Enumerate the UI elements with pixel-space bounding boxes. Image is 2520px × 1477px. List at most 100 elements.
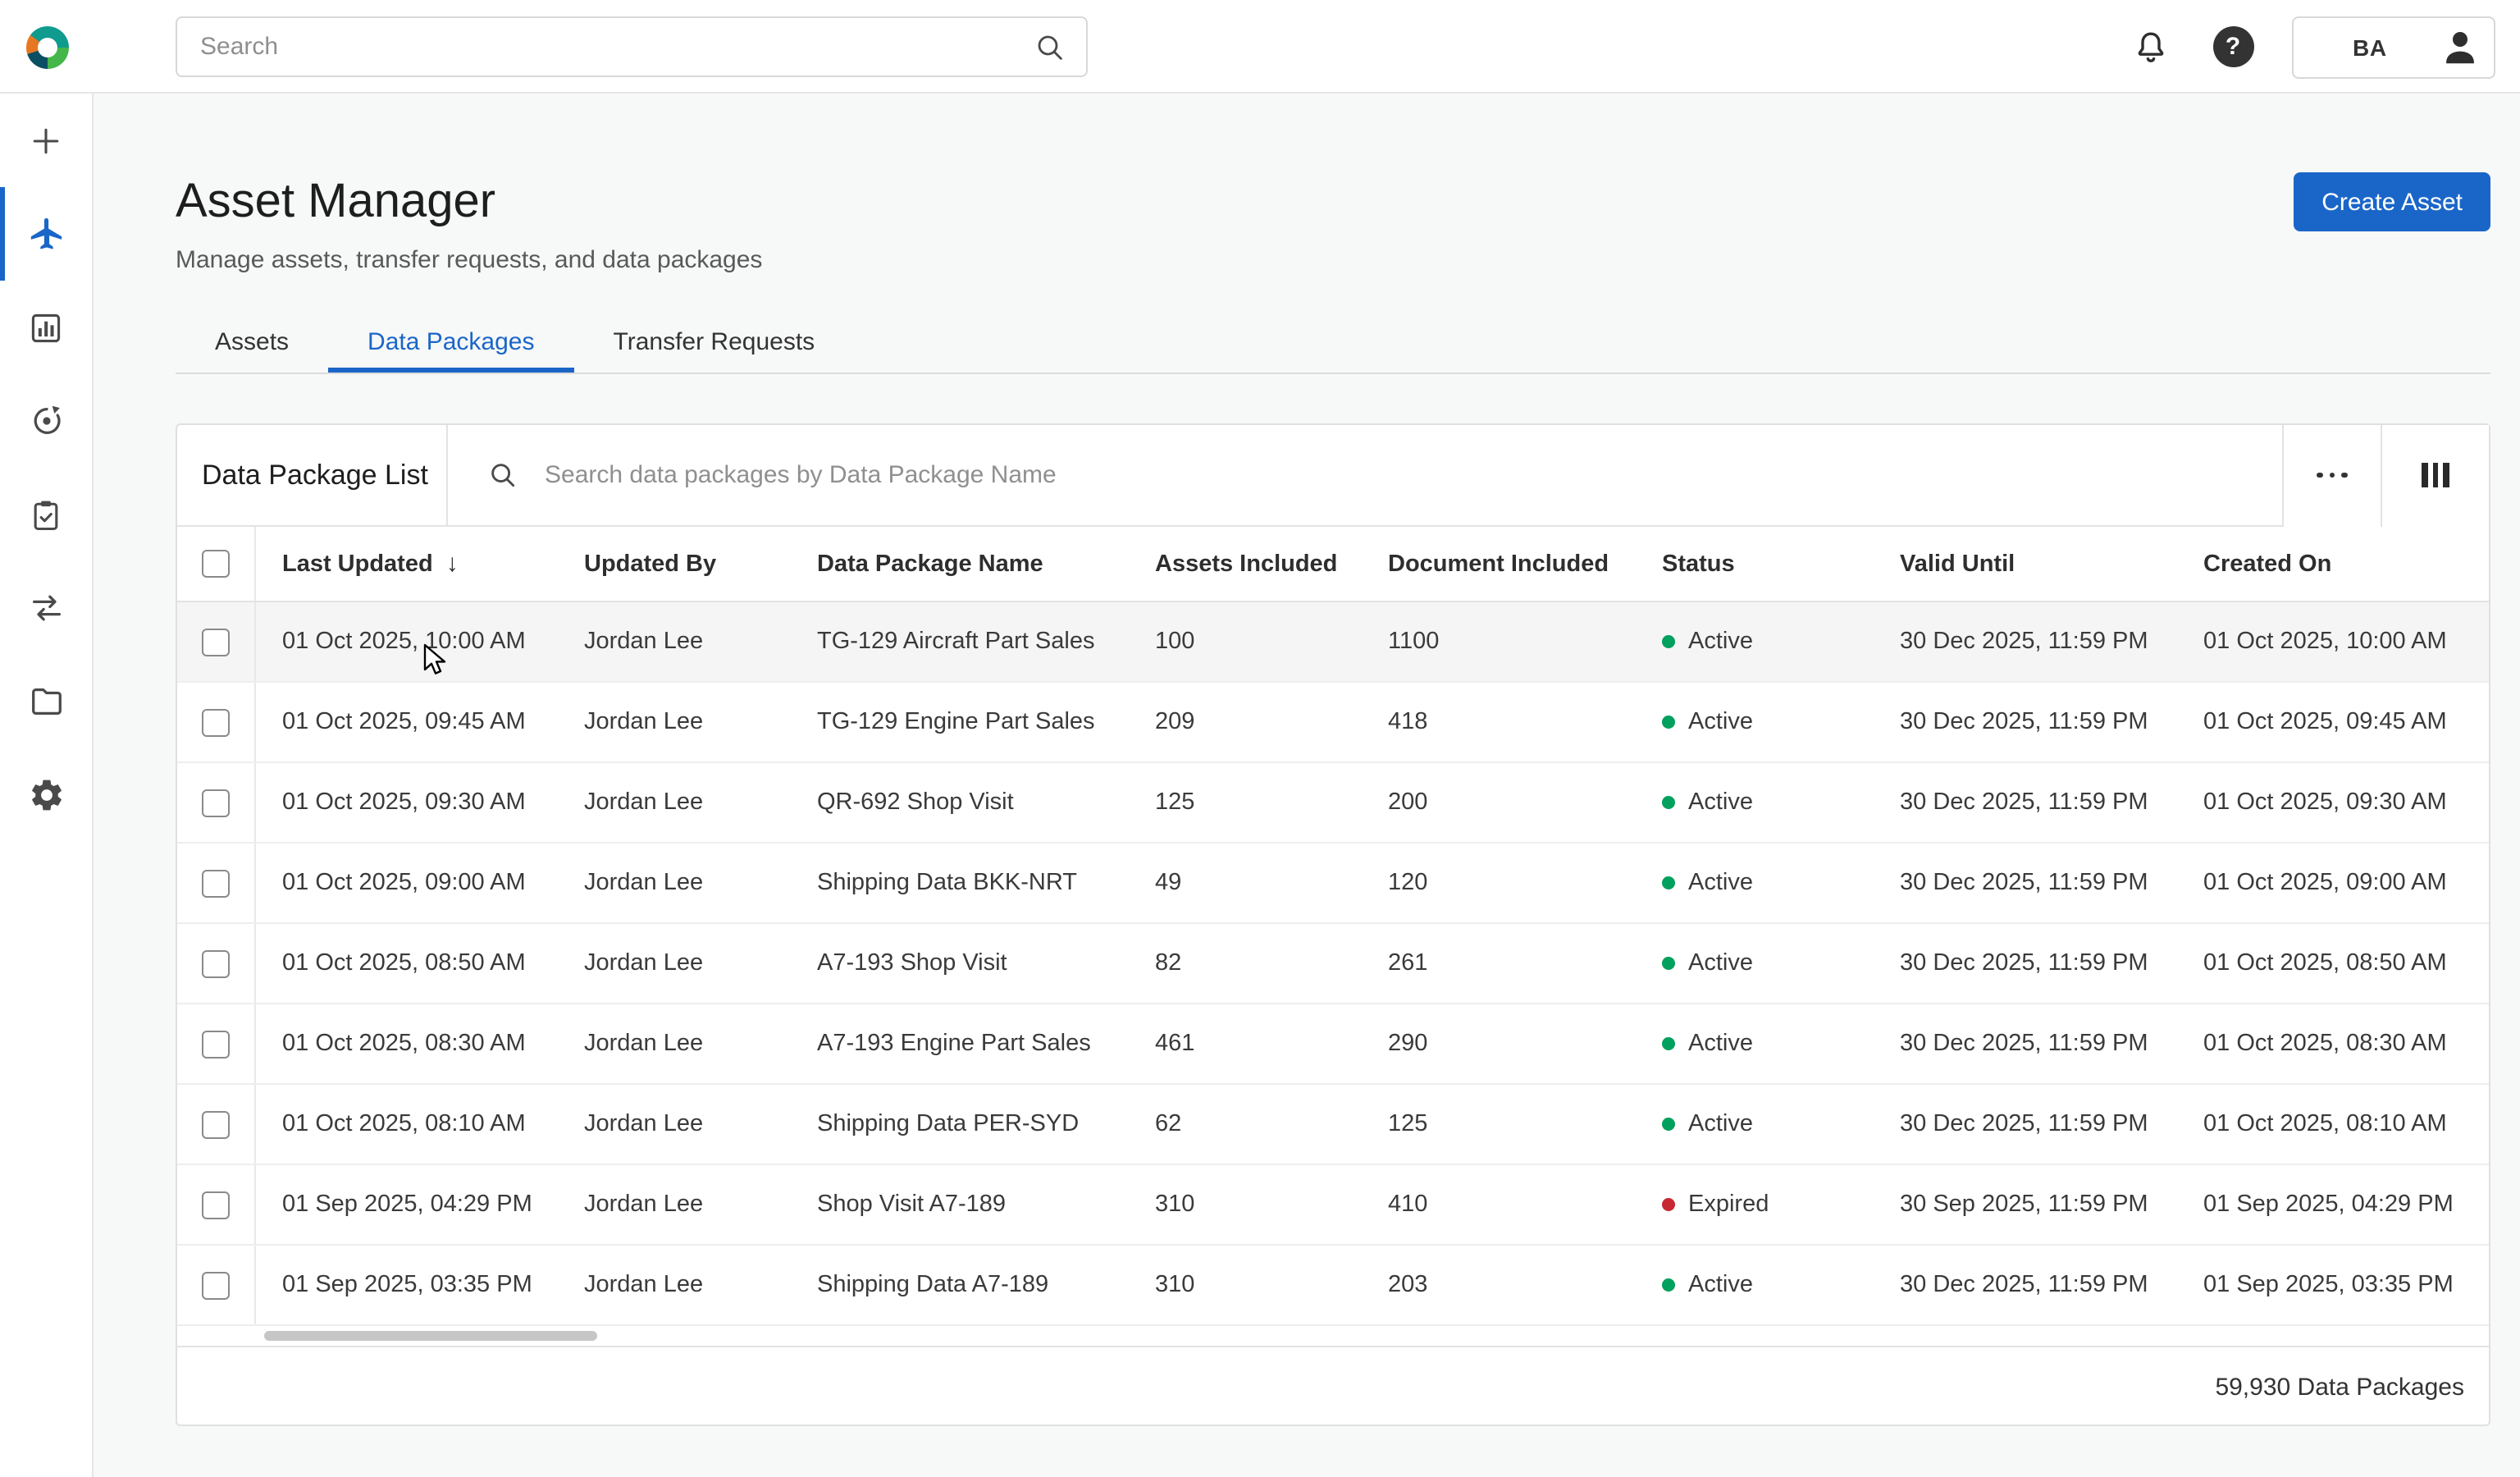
cell-document-included: 410 — [1362, 1191, 1636, 1218]
cell-valid-until: 30 Dec 2025, 11:59 PM — [1874, 1031, 2177, 1057]
cell-data-package-name: A7-193 Shop Visit — [791, 950, 1129, 976]
cell-assets-included: 82 — [1129, 950, 1362, 976]
sidebar-item-assets[interactable] — [0, 187, 92, 281]
row-checkbox-cell — [177, 1246, 256, 1324]
help-button[interactable]: ? — [2210, 24, 2256, 70]
transfer-arrows-icon — [27, 589, 65, 627]
table-row[interactable]: 01 Sep 2025, 04:29 PM Jordan Lee Shop Vi… — [177, 1165, 2489, 1246]
row-checkbox-cell — [177, 683, 256, 761]
status-dot — [1662, 1198, 1675, 1211]
column-header-status[interactable]: Status — [1636, 551, 1874, 577]
create-asset-button[interactable]: Create Asset — [2294, 172, 2490, 231]
topbar: ? BA — [0, 0, 2520, 94]
cell-assets-included: 125 — [1129, 789, 1362, 816]
cell-status: Expired — [1636, 1191, 1874, 1218]
table-search-input[interactable] — [541, 460, 2282, 491]
columns-button[interactable] — [2381, 424, 2489, 526]
cell-assets-included: 209 — [1129, 709, 1362, 735]
cell-last-updated: 01 Oct 2025, 09:00 AM — [256, 870, 558, 896]
row-checkbox-cell — [177, 1085, 256, 1164]
sidebar-item-analytics[interactable] — [0, 281, 92, 374]
table-row[interactable]: 01 Oct 2025, 08:10 AM Jordan Lee Shippin… — [177, 1085, 2489, 1165]
card-header: Data Package List — [177, 425, 2489, 527]
cell-valid-until: 30 Dec 2025, 11:59 PM — [1874, 629, 2177, 655]
column-header-assets-included[interactable]: Assets Included — [1129, 551, 1362, 577]
cell-created-on: 01 Oct 2025, 10:00 AM — [2177, 629, 2489, 655]
row-checkbox-cell — [177, 1004, 256, 1083]
column-header-last-updated[interactable]: Last Updated ↓ — [256, 550, 558, 578]
app-logo-icon[interactable] — [26, 26, 69, 69]
row-checkbox[interactable] — [202, 1191, 230, 1219]
column-label: Last Updated — [282, 551, 433, 577]
global-search[interactable] — [176, 16, 1088, 77]
cell-status: Active — [1636, 1272, 1874, 1298]
status-dot — [1662, 1278, 1675, 1292]
user-menu[interactable]: BA — [2292, 16, 2495, 78]
tab-data-packages[interactable]: Data Packages — [328, 317, 573, 373]
cell-document-included: 261 — [1362, 950, 1636, 976]
sidebar — [0, 94, 94, 1477]
select-all-checkbox[interactable] — [202, 550, 230, 578]
column-header-document-included[interactable]: Document Included — [1362, 551, 1636, 577]
row-checkbox[interactable] — [202, 628, 230, 656]
table-row[interactable]: 01 Sep 2025, 03:35 PM Jordan Lee Shippin… — [177, 1246, 2489, 1326]
table-search[interactable] — [448, 424, 2282, 526]
gear-icon — [27, 776, 65, 814]
tab-assets[interactable]: Assets — [176, 317, 328, 373]
sidebar-item-settings[interactable] — [0, 748, 92, 842]
tab-transfer-requests[interactable]: Transfer Requests — [574, 317, 855, 373]
status-text: Active — [1688, 709, 1753, 735]
row-checkbox[interactable] — [202, 949, 230, 977]
row-checkbox[interactable] — [202, 1271, 230, 1299]
table-row[interactable]: 01 Oct 2025, 10:00 AM Jordan Lee TG-129 … — [177, 602, 2489, 683]
global-search-input[interactable] — [197, 31, 1034, 62]
column-header-data-package-name[interactable]: Data Package Name — [791, 551, 1129, 577]
status-dot — [1662, 876, 1675, 889]
cell-created-on: 01 Oct 2025, 09:30 AM — [2177, 789, 2489, 816]
cell-created-on: 01 Oct 2025, 08:50 AM — [2177, 950, 2489, 976]
row-checkbox[interactable] — [202, 1030, 230, 1058]
cell-document-included: 120 — [1362, 870, 1636, 896]
cell-updated-by: Jordan Lee — [558, 629, 791, 655]
notifications-button[interactable] — [2128, 24, 2174, 70]
sidebar-item-add[interactable] — [0, 94, 92, 187]
help-icon: ? — [2212, 26, 2253, 67]
more-options-button[interactable] — [2282, 424, 2381, 526]
sidebar-item-transfers[interactable] — [0, 561, 92, 655]
airplane-icon — [27, 215, 65, 253]
table-row[interactable]: 01 Oct 2025, 09:30 AM Jordan Lee QR-692 … — [177, 763, 2489, 844]
table-row[interactable]: 01 Oct 2025, 08:30 AM Jordan Lee A7-193 … — [177, 1004, 2489, 1085]
column-header-created-on[interactable]: Created On — [2177, 551, 2489, 577]
cell-created-on: 01 Sep 2025, 04:29 PM — [2177, 1191, 2489, 1218]
row-checkbox[interactable] — [202, 789, 230, 816]
sort-desc-icon[interactable]: ↓ — [446, 550, 459, 578]
cell-updated-by: Jordan Lee — [558, 870, 791, 896]
table-row[interactable]: 01 Oct 2025, 08:50 AM Jordan Lee A7-193 … — [177, 924, 2489, 1004]
cell-assets-included: 100 — [1129, 629, 1362, 655]
cell-created-on: 01 Oct 2025, 08:10 AM — [2177, 1111, 2489, 1137]
cell-created-on: 01 Oct 2025, 09:45 AM — [2177, 709, 2489, 735]
cell-assets-included: 62 — [1129, 1111, 1362, 1137]
main-content: Asset Manager Manage assets, transfer re… — [94, 94, 2520, 1477]
clipboard-check-icon — [28, 496, 64, 533]
row-checkbox[interactable] — [202, 869, 230, 897]
status-text: Active — [1688, 629, 1753, 655]
horizontal-scrollbar — [177, 1326, 2489, 1346]
sidebar-item-files[interactable] — [0, 655, 92, 748]
column-header-valid-until[interactable]: Valid Until — [1874, 551, 2177, 577]
row-checkbox[interactable] — [202, 708, 230, 736]
cell-data-package-name: TG-129 Aircraft Part Sales — [791, 629, 1129, 655]
row-checkbox-cell — [177, 763, 256, 842]
cell-status: Active — [1636, 1031, 1874, 1057]
table-row[interactable]: 01 Oct 2025, 09:45 AM Jordan Lee TG-129 … — [177, 683, 2489, 763]
cell-valid-until: 30 Dec 2025, 11:59 PM — [1874, 789, 2177, 816]
sidebar-item-tracking[interactable] — [0, 374, 92, 468]
column-header-updated-by[interactable]: Updated By — [558, 551, 791, 577]
horizontal-scrollbar-thumb[interactable] — [264, 1331, 597, 1341]
table-row[interactable]: 01 Oct 2025, 09:00 AM Jordan Lee Shippin… — [177, 844, 2489, 924]
cell-assets-included: 310 — [1129, 1272, 1362, 1298]
row-checkbox[interactable] — [202, 1110, 230, 1138]
card-title: Data Package List — [177, 424, 448, 526]
sidebar-item-tasks[interactable] — [0, 468, 92, 561]
search-icon — [487, 460, 518, 491]
